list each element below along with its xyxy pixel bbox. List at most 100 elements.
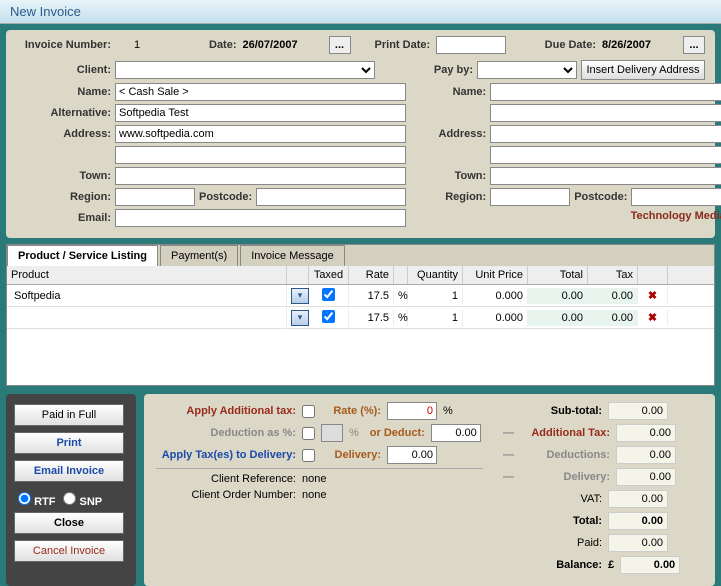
balance-label: Balance: [512, 559, 602, 571]
col-total: Total [528, 266, 588, 284]
address2-input[interactable] [115, 146, 406, 164]
rate-pct-input[interactable] [387, 402, 437, 420]
payby-select[interactable] [477, 61, 577, 79]
product-cell-input[interactable] [11, 309, 282, 327]
rtf-radio[interactable]: RTF [18, 492, 55, 508]
qty-cell[interactable]: 1 [408, 310, 463, 326]
total-value: 0.00 [608, 512, 668, 530]
alternative-label: Alternative: [16, 107, 111, 119]
dash-icon: — [503, 449, 514, 461]
delivery-town-input[interactable] [490, 167, 721, 185]
tab-product-listing[interactable]: Product / Service Listing [7, 245, 158, 266]
payby-label: Pay by: [403, 64, 473, 76]
invoice-header-panel: Invoice Number: 1 Date: 26/07/2007 ... P… [6, 30, 715, 238]
deduction-pct-input[interactable] [321, 424, 343, 442]
close-button[interactable]: Close [14, 512, 124, 534]
tab-payments[interactable]: Payment(s) [160, 245, 238, 266]
product-dropdown-button[interactable]: ▾ [291, 310, 309, 326]
client-order-value: none [302, 489, 326, 501]
balance-value: 0.00 [620, 556, 680, 574]
region-input[interactable] [115, 188, 195, 206]
insert-delivery-address-button[interactable]: Insert Delivery Address [581, 60, 705, 80]
date-picker-button[interactable]: ... [329, 36, 351, 54]
apply-delivery-tax-label: Apply Tax(es) to Delivery: [156, 449, 296, 461]
cancel-invoice-button[interactable]: Cancel Invoice [14, 540, 124, 562]
town-input[interactable] [115, 167, 406, 185]
alternative-input[interactable] [115, 104, 406, 122]
delivery-address2-input[interactable] [490, 146, 721, 164]
total-cell: 0.00 [528, 310, 588, 326]
qty-cell[interactable]: 1 [408, 288, 463, 304]
col-unitprice: Unit Price [463, 266, 528, 284]
delivery-postcode-input[interactable] [631, 188, 721, 206]
product-grid: Product Taxed Rate Quantity Unit Price T… [7, 266, 714, 385]
delivery-region-input[interactable] [490, 188, 570, 206]
email-invoice-button[interactable]: Email Invoice [14, 460, 124, 482]
name-input[interactable] [115, 83, 406, 101]
subtotal-label: Sub-total: [512, 405, 602, 417]
delivery-address-input[interactable] [490, 125, 721, 143]
client-order-label: Client Order Number: [156, 489, 296, 501]
apply-additional-tax-label: Apply Additional tax: [156, 405, 296, 417]
delete-row-icon[interactable]: ✖ [648, 290, 657, 302]
table-row: ▾17.5%10.0000.000.00✖ [7, 285, 714, 307]
product-cell-input[interactable] [11, 287, 282, 305]
company-footer: Technology Media, Bradford. [416, 210, 721, 222]
postcode-input[interactable] [256, 188, 406, 206]
due-date-picker-button[interactable]: ... [683, 36, 705, 54]
delivery-name-label: Name: [416, 86, 486, 98]
deduct-input[interactable] [431, 424, 481, 442]
client-ref-value: none [302, 473, 326, 485]
unitprice-cell[interactable]: 0.000 [463, 288, 528, 304]
tax-cell: 0.00 [588, 310, 638, 326]
col-quantity: Quantity [408, 266, 463, 284]
dash-icon: — [503, 471, 514, 483]
delivery-name2-input[interactable] [490, 104, 721, 122]
taxed-checkbox[interactable] [322, 288, 335, 301]
address-label: Address: [16, 128, 111, 140]
print-date-label: Print Date: [375, 39, 431, 51]
delivery-region-label: Region: [416, 191, 486, 203]
due-date-label: Due Date: [545, 39, 596, 51]
delivery-town-label: Town: [416, 170, 486, 182]
print-button[interactable]: Print [14, 432, 124, 454]
delivery-total-label: Delivery: [520, 471, 610, 483]
address-input[interactable] [115, 125, 406, 143]
date-value: 26/07/2007 [243, 39, 323, 51]
vat-value: 0.00 [608, 490, 668, 508]
apply-additional-tax-checkbox[interactable] [302, 405, 315, 418]
email-label: Email: [16, 212, 111, 224]
delivery-label: Delivery: [321, 449, 381, 461]
delivery-name-input[interactable] [490, 83, 721, 101]
pct-sign: % [443, 405, 453, 417]
print-date-input[interactable] [436, 36, 506, 54]
paid-in-full-button[interactable]: Paid in Full [14, 404, 124, 426]
client-select[interactable] [115, 61, 375, 79]
col-rate: Rate [349, 266, 394, 284]
apply-delivery-tax-checkbox[interactable] [302, 449, 315, 462]
rate-cell[interactable]: 17.5 [349, 310, 394, 326]
deduction-as-checkbox[interactable] [302, 427, 315, 440]
snp-radio[interactable]: SNP [63, 492, 102, 508]
tab-invoice-message[interactable]: Invoice Message [240, 245, 345, 266]
pct-cell: % [394, 310, 408, 326]
col-product: Product [7, 266, 287, 284]
col-taxed: Taxed [309, 266, 349, 284]
addtax-label: Additional Tax: [520, 427, 610, 439]
action-buttons-panel: Paid in Full Print Email Invoice RTF SNP… [6, 394, 136, 586]
unitprice-cell[interactable]: 0.000 [463, 310, 528, 326]
email-input[interactable] [115, 209, 406, 227]
taxed-checkbox[interactable] [322, 310, 335, 323]
date-label: Date: [209, 39, 237, 51]
postcode-label: Postcode: [199, 191, 252, 203]
or-deduct-label: or Deduct: [365, 427, 425, 439]
product-dropdown-button[interactable]: ▾ [291, 288, 309, 304]
rate-cell[interactable]: 17.5 [349, 288, 394, 304]
delivery-input[interactable] [387, 446, 437, 464]
rate-pct-label: Rate (%): [321, 405, 381, 417]
pct-cell: % [394, 288, 408, 304]
tabs-container: Product / Service Listing Payment(s) Inv… [6, 244, 715, 386]
invoice-number-label: Invoice Number: [16, 39, 111, 51]
client-label: Client: [16, 64, 111, 76]
delete-row-icon[interactable]: ✖ [648, 312, 657, 324]
